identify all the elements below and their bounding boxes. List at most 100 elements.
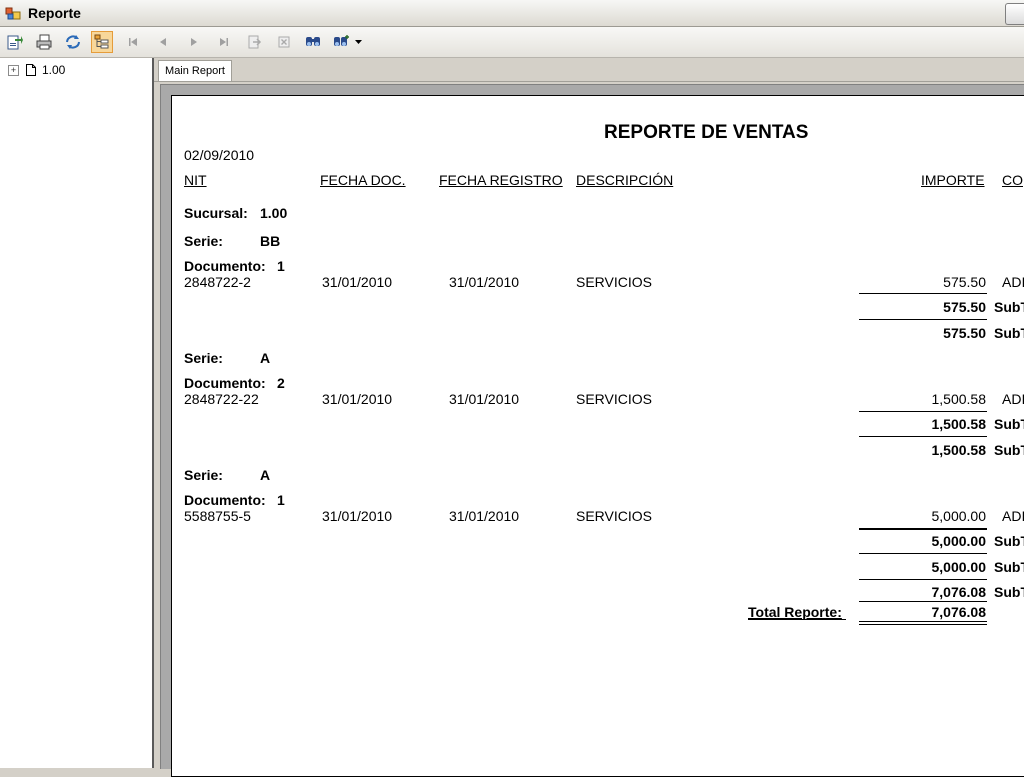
- first-page-button[interactable]: [122, 31, 144, 53]
- serie-label: Serie:: [184, 467, 223, 483]
- export-button[interactable]: [4, 31, 26, 53]
- chevron-down-icon: [354, 40, 362, 44]
- row-extra: ADI: [1002, 391, 1024, 407]
- total-double-rule: [859, 624, 987, 625]
- subtotal-rule: [859, 293, 987, 294]
- subtotal-rule: [859, 436, 987, 437]
- window-title: Reporte: [28, 5, 81, 21]
- row-fecha-registro: 31/01/2010: [449, 274, 520, 290]
- row-descripcion: SERVICIOS: [576, 508, 652, 524]
- tab-main-report[interactable]: Main Report: [158, 60, 232, 81]
- subtotal-label: SubT: [994, 584, 1024, 600]
- total-value: 7,076.08: [931, 604, 987, 620]
- total-label: Total Reporte:: [748, 604, 842, 620]
- total-double-rule: [859, 621, 987, 622]
- group-tree-icon: [94, 34, 109, 49]
- page-background: REPORTE DE VENTAS 02/09/2010 NIT FECHA D…: [161, 85, 1024, 777]
- zoom-icon: [333, 35, 349, 46]
- title-bar: Reporte: [0, 0, 1024, 27]
- previous-page-button[interactable]: [152, 31, 174, 53]
- print-button[interactable]: [33, 31, 55, 53]
- subtotal-rule: [859, 319, 987, 320]
- total-label-rule: [748, 619, 846, 620]
- next-page-icon: [191, 38, 197, 46]
- subtotal-label: SubT: [994, 442, 1024, 458]
- zoom-dropdown-button[interactable]: [330, 31, 364, 53]
- subtotal-value: 1,500.58: [931, 442, 987, 458]
- row-descripcion: SERVICIOS: [576, 274, 652, 290]
- col-header-importe: IMPORTE: [921, 172, 985, 188]
- report-viewer[interactable]: REPORTE DE VENTAS 02/09/2010 NIT FECHA D…: [160, 84, 1024, 777]
- report-toolbar: [0, 27, 1024, 58]
- total-rule: [859, 601, 987, 602]
- serie-label: Serie:: [184, 350, 223, 366]
- window-control-button[interactable]: [1005, 3, 1024, 25]
- row-descripcion: SERVICIOS: [576, 391, 652, 407]
- report-page: REPORTE DE VENTAS 02/09/2010 NIT FECHA D…: [171, 95, 1024, 777]
- serie-label: Serie:: [184, 233, 223, 249]
- stop-button[interactable]: [273, 31, 295, 53]
- last-page-icon: [220, 38, 228, 46]
- subtotal-rule: [859, 411, 987, 412]
- row-fecha-registro: 31/01/2010: [449, 508, 520, 524]
- col-header-descripcion: DESCRIPCIÓN: [576, 172, 674, 188]
- refresh-icon: [66, 35, 80, 49]
- row-nit: 2848722-22: [184, 391, 259, 407]
- row-extra: ADI: [1002, 274, 1024, 290]
- next-page-button[interactable]: [183, 31, 205, 53]
- subtotal-rule: [859, 528, 987, 530]
- row-fecha-doc: 31/01/2010: [322, 391, 393, 407]
- documento-label: Documento:: [184, 492, 266, 508]
- tree-node-label: 1.00: [42, 63, 66, 77]
- tree-node[interactable]: + 1.00: [8, 62, 65, 78]
- subtotal-label: SubT: [994, 533, 1024, 549]
- report-title: REPORTE DE VENTAS: [604, 122, 809, 143]
- subtotal-value: 5,000.00: [931, 559, 987, 575]
- documento-label: Documento:: [184, 375, 266, 391]
- documento-value: 1: [277, 258, 285, 274]
- app-icon: [5, 7, 21, 20]
- row-importe: 5,000.00: [931, 508, 987, 524]
- subtotal-value: 575.50: [943, 325, 986, 341]
- documento-value: 1: [277, 492, 285, 508]
- col-header-fecha-registro: FECHA REGISTRO: [439, 172, 563, 188]
- row-importe: 1,500.58: [931, 391, 987, 407]
- tab-divider: [154, 81, 1024, 82]
- last-page-button[interactable]: [213, 31, 235, 53]
- subtotal-value: 575.50: [943, 299, 986, 315]
- stop-icon: [278, 36, 290, 48]
- documento-value: 2: [277, 375, 285, 391]
- subtotal-label: SubT: [994, 325, 1024, 341]
- col-header-fecha-doc: FECHA DOC.: [320, 172, 406, 188]
- documento-label: Documento:: [184, 258, 266, 274]
- report-area: Main Report REPORTE DE VENTAS 02/09/2010…: [154, 58, 1024, 777]
- print-icon: [36, 34, 52, 50]
- serie-value: A: [260, 467, 271, 483]
- group-tree-button[interactable]: [91, 31, 113, 53]
- subtotal-rule: [859, 579, 987, 580]
- col-header-co: CO: [1002, 172, 1023, 188]
- document-icon: [26, 64, 36, 76]
- row-nit: 2848722-2: [184, 274, 251, 290]
- search-button[interactable]: [302, 31, 324, 53]
- subtotal-rule: [859, 553, 987, 554]
- sucursal-subtotal-value: 7,076.08: [931, 584, 987, 600]
- row-fecha-doc: 31/01/2010: [322, 508, 393, 524]
- goto-page-icon: [248, 35, 262, 49]
- subtotal-label: SubT: [994, 299, 1024, 315]
- search-icon: [306, 37, 320, 46]
- subtotal-value: 1,500.58: [931, 416, 987, 432]
- first-page-icon: [129, 38, 137, 46]
- serie-value: A: [260, 350, 271, 366]
- row-extra: ADI: [1002, 508, 1024, 524]
- row-nit: 5588755-5: [184, 508, 251, 524]
- export-icon: [7, 35, 23, 50]
- goto-page-button[interactable]: [243, 31, 265, 53]
- row-importe: 575.50: [943, 274, 986, 290]
- subtotal-label: SubT: [994, 416, 1024, 432]
- row-fecha-registro: 31/01/2010: [449, 391, 520, 407]
- refresh-button[interactable]: [62, 31, 84, 53]
- previous-page-icon: [160, 38, 166, 46]
- expand-icon[interactable]: +: [8, 64, 19, 76]
- row-fecha-doc: 31/01/2010: [322, 274, 393, 290]
